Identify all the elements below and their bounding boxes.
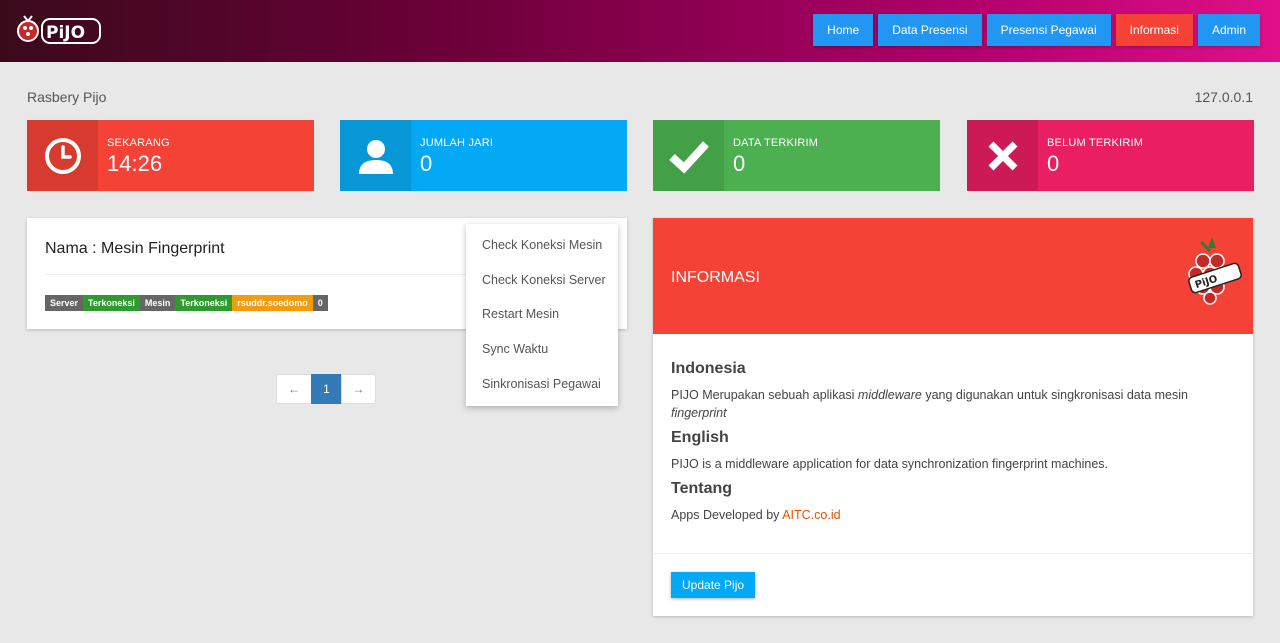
menu-restart-mesin[interactable]: Restart Mesin <box>466 297 618 332</box>
stat-jumlah-jari: JUMLAH JARI 0 <box>340 120 627 191</box>
aitc-link[interactable]: AITC.co.id <box>782 508 840 522</box>
badge-server-status: Terkoneksi <box>83 295 140 311</box>
badge-host: rsuddr.soedomo <box>232 295 313 311</box>
stat-value: 0 <box>733 151 746 176</box>
pagination-prev[interactable]: ← <box>276 374 312 404</box>
stat-value: 0 <box>420 151 433 176</box>
nav-informasi[interactable]: Informasi <box>1115 14 1193 46</box>
user-icon <box>358 139 393 174</box>
badge-server-label: Server <box>45 295 84 311</box>
menu-check-koneksi-server[interactable]: Check Koneksi Server <box>466 263 618 298</box>
logo-text: PiJO <box>46 23 85 43</box>
badge-mesin-status: Terkoneksi <box>175 295 233 311</box>
section-text-indonesia: PIJO Merupakan sebuah aplikasi middlewar… <box>671 388 1188 420</box>
nav-admin[interactable]: Admin <box>1197 14 1260 46</box>
stat-label: DATA TERKIRIM <box>733 137 819 149</box>
section-text-english: PIJO is a middleware application for dat… <box>671 457 1109 471</box>
nav-data-presensi[interactable]: Data Presensi <box>878 14 982 46</box>
stat-value: 0 <box>1047 151 1060 176</box>
badge-count: 0 <box>312 295 328 311</box>
badge-mesin-label: Mesin <box>139 295 176 311</box>
info-panel: INFORMASI PiJO Indonesia PIJO Merupakan … <box>653 218 1253 616</box>
info-panel-body: Indonesia PIJO Merupakan sebuah aplikasi… <box>671 360 1231 531</box>
menu-sync-waktu[interactable]: Sync Waktu <box>466 332 618 367</box>
status-badges: Server Terkoneksi Mesin Terkoneksi rsudd… <box>45 295 328 311</box>
stat-belum-terkirim: BELUM TERKIRIM 0 <box>967 120 1254 191</box>
nav-presensi-pegawai[interactable]: Presensi Pegawai <box>986 14 1111 46</box>
check-icon <box>668 140 709 174</box>
nav-home[interactable]: Home <box>813 14 874 46</box>
update-pijo-button[interactable]: Update Pijo <box>671 572 756 598</box>
machine-actions-menu: Check Koneksi Mesin Check Koneksi Server… <box>466 224 618 406</box>
device-ip: 127.0.0.1 <box>1194 89 1253 105</box>
stat-label: SEKARANG <box>107 137 170 149</box>
section-text-tentang: Apps Developed by AITC.co.id <box>671 508 841 522</box>
main-nav: Home Data Presensi Presensi Pegawai Info… <box>813 14 1260 46</box>
info-panel-header: INFORMASI PiJO <box>653 218 1253 334</box>
pagination-page-1[interactable]: 1 <box>311 374 342 404</box>
x-icon <box>988 141 1017 170</box>
top-navbar: PiJO Home Data Presensi Presensi Pegawai… <box>0 0 1280 62</box>
pagination: ← 1 → <box>276 374 376 404</box>
menu-sinkronisasi-pegawai[interactable]: Sinkronisasi Pegawai <box>466 366 618 401</box>
pijo-badge-logo: PiJO <box>1188 237 1242 305</box>
section-heading-tentang: Tentang <box>671 480 733 497</box>
section-heading-english: English <box>671 429 729 446</box>
stat-sekarang: SEKARANG 14:26 <box>27 120 314 191</box>
clock-icon <box>44 137 81 174</box>
pijo-logo[interactable]: PiJO <box>16 8 112 54</box>
divider <box>653 553 1253 554</box>
stat-label: JUMLAH JARI <box>420 137 494 149</box>
menu-check-koneksi-mesin[interactable]: Check Koneksi Mesin <box>466 228 618 263</box>
section-heading-indonesia: Indonesia <box>671 360 746 377</box>
stat-data-terkirim: DATA TERKIRIM 0 <box>653 120 940 191</box>
pagination-next[interactable]: → <box>341 374 376 404</box>
stat-label: BELUM TERKIRIM <box>1047 137 1144 149</box>
info-panel-title: INFORMASI <box>671 269 760 286</box>
stat-value: 14:26 <box>107 151 163 176</box>
machine-title: Nama : Mesin Fingerprint <box>45 240 225 257</box>
device-name: Rasbery Pijo <box>27 89 107 105</box>
